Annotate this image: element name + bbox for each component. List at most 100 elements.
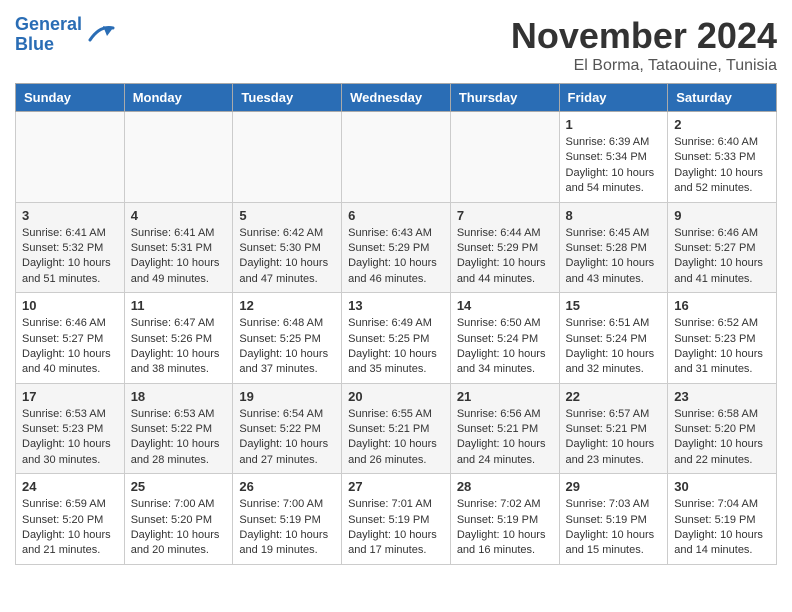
day-number: 20: [348, 389, 444, 404]
day-info: Sunrise: 6:59 AMSunset: 5:20 PMDaylight:…: [22, 497, 118, 559]
day-number: 21: [457, 389, 553, 404]
calendar-cell: [16, 112, 125, 203]
calendar-cell: 7Sunrise: 6:44 AMSunset: 5:29 PMDaylight…: [450, 202, 559, 293]
day-number: 28: [457, 479, 553, 494]
day-number: 6: [348, 208, 444, 223]
day-info: Sunrise: 6:42 AMSunset: 5:30 PMDaylight:…: [239, 226, 335, 288]
day-number: 27: [348, 479, 444, 494]
day-info: Sunrise: 6:58 AMSunset: 5:20 PMDaylight:…: [674, 407, 770, 469]
calendar-week-row: 3 Sunrise: 6:41 AMSunset: 5:32 PMDaylight…: [16, 202, 777, 293]
calendar-cell: 13Sunrise: 6:49 AMSunset: 5:25 PMDayligh…: [342, 293, 451, 384]
location: El Borma, Tataouine, Tunisia: [511, 57, 777, 75]
day-info: Sunrise: 6:45 AMSunset: 5:28 PMDaylight:…: [566, 226, 662, 288]
calendar-cell: 11Sunrise: 6:47 AMSunset: 5:26 PMDayligh…: [124, 293, 233, 384]
day-number: 23: [674, 389, 770, 404]
day-number: 1: [566, 117, 662, 132]
day-info: Sunrise: 6:41 AMSunset: 5:31 PMDaylight:…: [131, 226, 227, 288]
day-number: 29: [566, 479, 662, 494]
day-number: 7: [457, 208, 553, 223]
day-number: 19: [239, 389, 335, 404]
weekday-header: Sunday: [16, 84, 125, 112]
calendar-cell: 4 Sunrise: 6:41 AMSunset: 5:31 PMDaylight…: [124, 202, 233, 293]
calendar-cell: 29 Sunrise: 7:03 AMSunset: 5:19 PMDayligh…: [559, 474, 668, 565]
calendar-cell: 17 Sunrise: 6:53 AMSunset: 5:23 PMDayligh…: [16, 383, 125, 474]
calendar-cell: 20 Sunrise: 6:55 AMSunset: 5:21 PMDayligh…: [342, 383, 451, 474]
weekday-header: Friday: [559, 84, 668, 112]
day-number: 24: [22, 479, 118, 494]
calendar-week-row: 10 Sunrise: 6:46 AMSunset: 5:27 PMDayligh…: [16, 293, 777, 384]
day-info: Sunrise: 6:39 AMSunset: 5:34 PMDaylight:…: [566, 135, 662, 197]
day-number: 10: [22, 298, 118, 313]
calendar-cell: 25 Sunrise: 7:00 AMSunset: 5:20 PMDayligh…: [124, 474, 233, 565]
day-info: Sunrise: 6:57 AMSunset: 5:21 PMDaylight:…: [566, 407, 662, 469]
calendar-week-row: 17 Sunrise: 6:53 AMSunset: 5:23 PMDayligh…: [16, 383, 777, 474]
calendar-cell: 22 Sunrise: 6:57 AMSunset: 5:21 PMDayligh…: [559, 383, 668, 474]
logo-icon: [85, 20, 115, 50]
month-title: November 2024: [511, 15, 777, 57]
day-info: Sunrise: 6:54 AMSunset: 5:22 PMDaylight:…: [239, 407, 335, 469]
day-number: 2: [674, 117, 770, 132]
calendar-cell: 6 Sunrise: 6:43 AMSunset: 5:29 PMDaylight…: [342, 202, 451, 293]
calendar-cell: [342, 112, 451, 203]
calendar-cell: [233, 112, 342, 203]
day-number: 3: [22, 208, 118, 223]
day-number: 13: [348, 298, 444, 313]
day-info: Sunrise: 6:46 AMSunset: 5:27 PMDaylight:…: [22, 316, 118, 378]
day-info: Sunrise: 7:02 AMSunset: 5:19 PMDaylight:…: [457, 497, 553, 559]
day-info: Sunrise: 6:55 AMSunset: 5:21 PMDaylight:…: [348, 407, 444, 469]
logo-text: GeneralBlue: [15, 15, 82, 55]
day-info: Sunrise: 6:50 AMSunset: 5:24 PMDaylight:…: [457, 316, 553, 378]
title-area: November 2024 El Borma, Tataouine, Tunis…: [511, 15, 777, 75]
calendar-cell: 14 Sunrise: 6:50 AMSunset: 5:24 PMDayligh…: [450, 293, 559, 384]
calendar-cell: 28 Sunrise: 7:02 AMSunset: 5:19 PMDayligh…: [450, 474, 559, 565]
day-info: Sunrise: 6:40 AMSunset: 5:33 PMDaylight:…: [674, 135, 770, 197]
calendar-cell: 8 Sunrise: 6:45 AMSunset: 5:28 PMDaylight…: [559, 202, 668, 293]
day-info: Sunrise: 6:51 AMSunset: 5:24 PMDaylight:…: [566, 316, 662, 378]
day-number: 11: [131, 298, 227, 313]
calendar-table: SundayMondayTuesdayWednesdayThursdayFrid…: [15, 83, 777, 565]
calendar-cell: 30 Sunrise: 7:04 AMSunset: 5:19 PMDayligh…: [668, 474, 777, 565]
day-info: Sunrise: 6:46 AMSunset: 5:27 PMDaylight:…: [674, 226, 770, 288]
weekday-header: Saturday: [668, 84, 777, 112]
day-info: Sunrise: 7:00 AMSunset: 5:19 PMDaylight:…: [239, 497, 335, 559]
weekday-header: Tuesday: [233, 84, 342, 112]
calendar-cell: 18Sunrise: 6:53 AMSunset: 5:22 PMDayligh…: [124, 383, 233, 474]
calendar-cell: 26 Sunrise: 7:00 AMSunset: 5:19 PMDayligh…: [233, 474, 342, 565]
day-number: 22: [566, 389, 662, 404]
day-number: 16: [674, 298, 770, 313]
calendar-cell: 5 Sunrise: 6:42 AMSunset: 5:30 PMDaylight…: [233, 202, 342, 293]
day-info: Sunrise: 6:53 AMSunset: 5:22 PMDaylight:…: [131, 407, 227, 469]
day-info: Sunrise: 7:00 AMSunset: 5:20 PMDaylight:…: [131, 497, 227, 559]
day-number: 15: [566, 298, 662, 313]
day-number: 30: [674, 479, 770, 494]
calendar-week-row: 1 Sunrise: 6:39 AMSunset: 5:34 PMDaylight…: [16, 112, 777, 203]
day-info: Sunrise: 6:41 AMSunset: 5:32 PMDaylight:…: [22, 226, 118, 288]
day-info: Sunrise: 6:48 AMSunset: 5:25 PMDaylight:…: [239, 316, 335, 378]
calendar-cell: 27Sunrise: 7:01 AMSunset: 5:19 PMDayligh…: [342, 474, 451, 565]
calendar-week-row: 24 Sunrise: 6:59 AMSunset: 5:20 PMDayligh…: [16, 474, 777, 565]
day-number: 17: [22, 389, 118, 404]
day-number: 8: [566, 208, 662, 223]
day-number: 4: [131, 208, 227, 223]
day-info: Sunrise: 6:43 AMSunset: 5:29 PMDaylight:…: [348, 226, 444, 288]
calendar-cell: 19 Sunrise: 6:54 AMSunset: 5:22 PMDayligh…: [233, 383, 342, 474]
weekday-header: Monday: [124, 84, 233, 112]
calendar-cell: [124, 112, 233, 203]
day-info: Sunrise: 6:53 AMSunset: 5:23 PMDaylight:…: [22, 407, 118, 469]
day-number: 26: [239, 479, 335, 494]
calendar-header-row: SundayMondayTuesdayWednesdayThursdayFrid…: [16, 84, 777, 112]
calendar-cell: [450, 112, 559, 203]
day-info: Sunrise: 6:52 AMSunset: 5:23 PMDaylight:…: [674, 316, 770, 378]
day-number: 14: [457, 298, 553, 313]
calendar-cell: 10 Sunrise: 6:46 AMSunset: 5:27 PMDayligh…: [16, 293, 125, 384]
day-info: Sunrise: 7:03 AMSunset: 5:19 PMDaylight:…: [566, 497, 662, 559]
calendar-cell: 15 Sunrise: 6:51 AMSunset: 5:24 PMDayligh…: [559, 293, 668, 384]
day-number: 9: [674, 208, 770, 223]
calendar-cell: 12Sunrise: 6:48 AMSunset: 5:25 PMDayligh…: [233, 293, 342, 384]
calendar-cell: 3 Sunrise: 6:41 AMSunset: 5:32 PMDaylight…: [16, 202, 125, 293]
day-number: 5: [239, 208, 335, 223]
day-number: 25: [131, 479, 227, 494]
logo: GeneralBlue: [15, 15, 115, 55]
day-info: Sunrise: 7:04 AMSunset: 5:19 PMDaylight:…: [674, 497, 770, 559]
calendar-cell: 9 Sunrise: 6:46 AMSunset: 5:27 PMDaylight…: [668, 202, 777, 293]
